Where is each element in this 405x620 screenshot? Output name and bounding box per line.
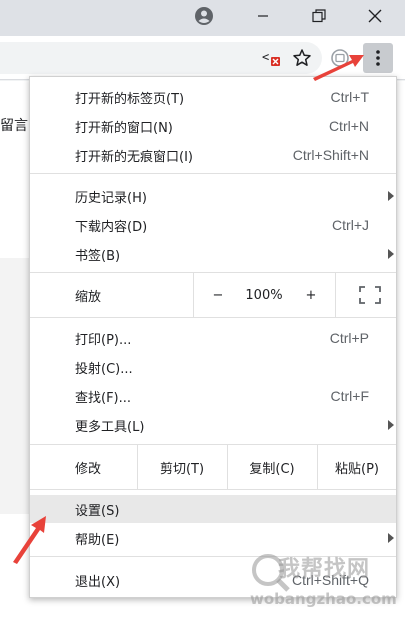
blocked-content-icon[interactable]: < — [262, 48, 282, 68]
menu-item-label: 查找(F)... — [75, 390, 132, 406]
menu-item-shortcut: Ctrl+P — [329, 330, 369, 346]
menu-item-label: 更多工具(L) — [75, 419, 145, 435]
copy-button[interactable]: 复制(C) — [228, 445, 316, 489]
minimize-button[interactable] — [240, 0, 286, 32]
svg-text:<: < — [262, 50, 269, 64]
page-gray-block — [0, 258, 30, 514]
submenu-arrow-icon — [388, 191, 394, 201]
submenu-arrow-icon — [388, 420, 394, 430]
menu-item-label: 书签(B) — [75, 248, 121, 264]
menu-item-downloads[interactable]: 下载内容(D) Ctrl+J — [30, 211, 396, 239]
zoom-level: 100% — [245, 287, 283, 303]
menu-item-new-tab[interactable]: 打开新的标签页(T) Ctrl+T — [30, 83, 396, 111]
menu-item-shortcut: Ctrl+N — [328, 118, 369, 134]
chrome-menu: 打开新的标签页(T) Ctrl+T 打开新的窗口(N) Ctrl+N 打开新的无… — [29, 76, 397, 598]
zoom-in-button[interactable]: + — [298, 273, 324, 317]
close-button[interactable] — [352, 0, 398, 32]
menu-item-more-tools[interactable]: 更多工具(L) — [30, 411, 396, 439]
menu-item-new-window[interactable]: 打开新的窗口(N) Ctrl+N — [30, 112, 396, 140]
menu-item-cast[interactable]: 投射(C)... — [30, 353, 396, 381]
menu-item-label: 投射(C)... — [75, 361, 133, 377]
menu-separator — [30, 173, 396, 174]
menu-divider — [193, 273, 194, 317]
paste-button[interactable]: 粘贴(P) — [318, 445, 396, 489]
zoom-row: 缩放 − 100% + — [30, 273, 396, 317]
menu-button[interactable] — [363, 43, 393, 73]
page-side-text: 留言 — [0, 118, 28, 134]
menu-item-find[interactable]: 查找(F)... Ctrl+F — [30, 382, 396, 410]
fullscreen-icon[interactable] — [355, 273, 385, 317]
menu-item-label: 下载内容(D) — [75, 219, 148, 235]
menu-item-label: 打开新的窗口(N) — [75, 120, 173, 136]
menu-item-label: 退出(X) — [75, 574, 121, 590]
edit-row: 修改 剪切(T) 复制(C) 粘贴(P) — [30, 445, 396, 489]
cut-button[interactable]: 剪切(T) — [138, 445, 226, 489]
menu-item-shortcut: Ctrl+F — [330, 388, 370, 404]
menu-item-print[interactable]: 打印(P)... Ctrl+P — [30, 324, 396, 352]
menu-item-label: 设置(S) — [75, 503, 120, 519]
menu-item-shortcut: Ctrl+J — [332, 217, 369, 233]
menu-item-label: 帮助(E) — [75, 532, 120, 548]
zoom-label: 缩放 — [75, 289, 102, 305]
submenu-arrow-icon — [388, 533, 394, 543]
bookmark-star-icon[interactable] — [292, 48, 312, 68]
watermark-text: 我帮找网 — [278, 557, 371, 582]
menu-item-settings[interactable]: 设置(S) — [30, 495, 396, 523]
more-vert-icon — [376, 50, 380, 66]
submenu-arrow-icon — [388, 249, 394, 259]
menu-item-label: 打开新的标签页(T) — [75, 91, 185, 107]
restore-button[interactable] — [296, 0, 342, 32]
menu-item-bookmarks[interactable]: 书签(B) — [30, 240, 396, 268]
annotation-arrow-icon — [13, 516, 46, 564]
menu-divider — [335, 273, 336, 317]
menu-item-label: 打开新的无痕窗口(I) — [75, 149, 193, 165]
menu-item-shortcut: Ctrl+T — [330, 89, 370, 105]
menu-item-shortcut: Ctrl+Shift+N — [292, 147, 369, 163]
menu-item-label: 打印(P)... — [75, 332, 132, 348]
annotation-arrow-icon — [313, 55, 364, 81]
menu-separator — [30, 489, 396, 490]
profile-icon[interactable] — [193, 5, 215, 27]
zoom-out-button[interactable]: − — [205, 273, 231, 317]
menu-item-label: 历史记录(H) — [75, 190, 147, 206]
menu-item-new-incognito[interactable]: 打开新的无痕窗口(I) Ctrl+Shift+N — [30, 141, 396, 169]
edit-label: 修改 — [75, 461, 102, 477]
title-bar — [0, 0, 405, 36]
menu-separator — [30, 317, 396, 318]
menu-item-history[interactable]: 历史记录(H) — [30, 182, 396, 210]
watermark-url: wobangzhao.com — [250, 590, 397, 608]
